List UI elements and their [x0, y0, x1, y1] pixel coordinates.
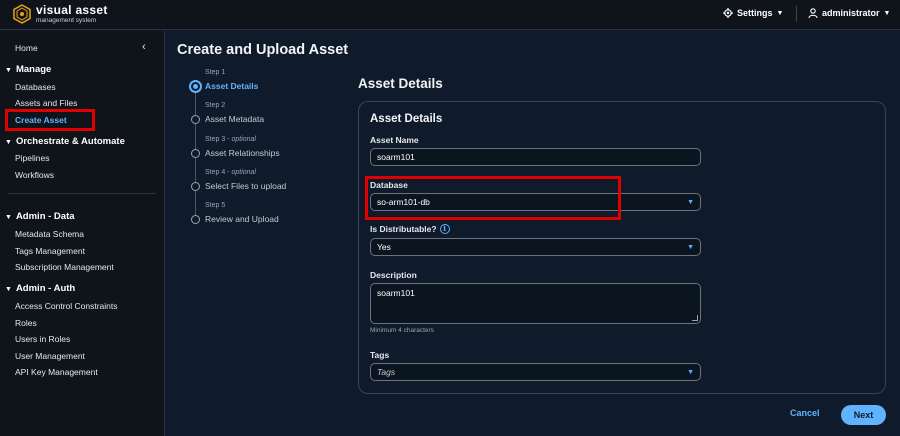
highlight-box-create-asset [5, 109, 95, 131]
step-3-label: Step 3 - optional [205, 136, 256, 143]
triangle-down-icon: ▼ [5, 214, 12, 221]
sidebar-item-databases[interactable]: Databases [15, 82, 56, 92]
sidebar-item-subscription-management[interactable]: Subscription Management [15, 262, 114, 272]
description-label: Description [370, 270, 417, 280]
sidebar-section-orchestrate[interactable]: ▼ Orchestrate & Automate [5, 136, 125, 147]
sidebar: Home ‹ ▼ Manage Databases Assets and File… [0, 31, 165, 436]
page-title: Create and Upload Asset [177, 42, 349, 58]
step-4-radio-icon[interactable] [191, 182, 200, 191]
sidebar-item-access-control-constraints[interactable]: Access Control Constraints [15, 301, 118, 311]
tags-label: Tags [370, 350, 390, 360]
step-5-radio-icon[interactable] [191, 215, 200, 224]
caret-down-icon: ▼ [776, 9, 784, 17]
step-4-title[interactable]: Select Files to upload [205, 181, 286, 191]
user-menu[interactable]: administrator ▼ [808, 8, 890, 18]
sidebar-item-users-in-roles[interactable]: Users in Roles [15, 334, 70, 344]
caret-down-icon: ▼ [687, 368, 694, 376]
step-2-radio-icon[interactable] [191, 115, 200, 124]
sidebar-item-home[interactable]: Home [15, 43, 38, 53]
section-heading: Asset Details [358, 76, 443, 91]
sidebar-item-pipelines[interactable]: Pipelines [15, 153, 50, 163]
top-bar: visual asset management system Settings … [0, 0, 900, 30]
sidebar-item-workflows[interactable]: Workflows [15, 170, 54, 180]
step-4-label: Step 4 - optional [205, 169, 256, 176]
brand-title: visual asset [36, 3, 108, 17]
tags-placeholder: Tags [377, 367, 396, 377]
description-textarea[interactable]: soarm101 [370, 283, 701, 324]
asset-name-value: soarm101 [377, 152, 415, 162]
description-value: soarm101 [377, 288, 415, 298]
sidebar-divider [8, 193, 156, 194]
step-2-title[interactable]: Asset Metadata [205, 114, 264, 124]
step-3-title[interactable]: Asset Relationships [205, 148, 280, 158]
step-1-title[interactable]: Asset Details [205, 81, 258, 91]
user-icon [808, 8, 818, 18]
is-distributable-value: Yes [377, 242, 391, 252]
step-5-label: Step 5 [205, 202, 226, 209]
caret-down-icon: ▼ [687, 198, 694, 206]
asset-name-input[interactable]: soarm101 [370, 148, 701, 166]
tags-select[interactable]: Tags ▼ [370, 363, 701, 381]
user-label: administrator [822, 8, 880, 18]
description-hint: Minimum 4 characters [370, 327, 434, 334]
step-2-label: Step 2 [205, 102, 226, 109]
is-distributable-select[interactable]: Yes ▼ [370, 238, 701, 256]
sidebar-section-admin-data[interactable]: ▼ Admin - Data [5, 211, 75, 222]
sidebar-section-manage[interactable]: ▼ Manage [5, 64, 51, 75]
caret-down-icon: ▼ [687, 243, 694, 251]
highlight-box-database [365, 176, 621, 220]
triangle-down-icon: ▼ [5, 67, 12, 74]
topbar-divider [796, 6, 797, 22]
sidebar-section-admin-auth[interactable]: ▼ Admin - Auth [5, 283, 75, 294]
step-3-radio-icon[interactable] [191, 149, 200, 158]
logo-icon[interactable] [12, 4, 32, 24]
step-1-label: Step 1 [205, 69, 226, 76]
is-distributable-label: Is Distributable? i [370, 224, 450, 234]
next-button[interactable]: Next [841, 405, 886, 425]
settings-menu[interactable]: Settings ▼ [723, 8, 783, 18]
cancel-button[interactable]: Cancel [790, 408, 820, 418]
sidebar-item-assets-and-files[interactable]: Assets and Files [15, 98, 77, 108]
panel-title: Asset Details [370, 113, 443, 125]
info-icon[interactable]: i [439, 224, 450, 234]
sidebar-item-metadata-schema[interactable]: Metadata Schema [15, 229, 84, 239]
sidebar-item-user-management[interactable]: User Management [15, 351, 85, 361]
triangle-down-icon: ▼ [5, 286, 12, 293]
triangle-down-icon: ▼ [5, 139, 12, 146]
asset-name-label: Asset Name [370, 135, 419, 145]
step-1-radio-icon[interactable] [189, 80, 202, 93]
resize-handle-icon[interactable] [692, 315, 698, 321]
step-5-title[interactable]: Review and Upload [205, 214, 279, 224]
settings-label: Settings [737, 8, 773, 18]
caret-down-icon: ▼ [883, 9, 891, 17]
brand-subtitle: management system [36, 17, 97, 24]
collapse-sidebar-icon[interactable]: ‹ [142, 41, 146, 53]
sidebar-item-roles[interactable]: Roles [15, 318, 37, 328]
sidebar-item-tags-management[interactable]: Tags Management [15, 246, 85, 256]
sidebar-item-api-key-management[interactable]: API Key Management [15, 367, 98, 377]
gear-icon [723, 8, 733, 18]
